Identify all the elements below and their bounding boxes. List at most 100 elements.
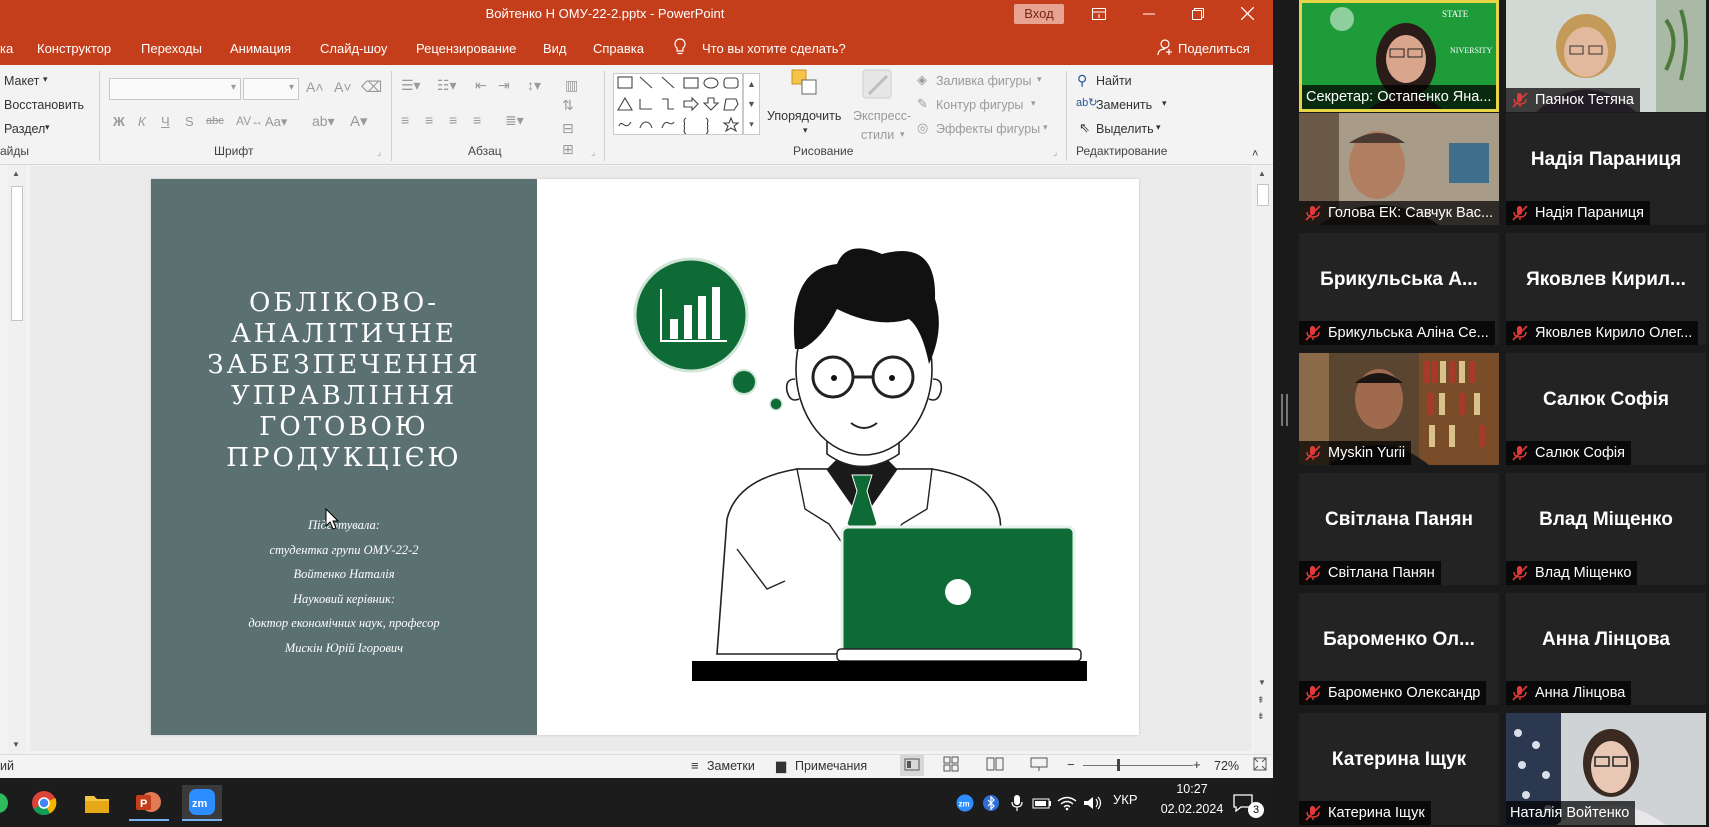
chrome-icon[interactable] <box>24 785 64 821</box>
quick-styles-button[interactable]: Экспресс- <box>853 109 911 123</box>
login-button[interactable]: Вход <box>1014 4 1064 24</box>
language-indicator[interactable]: УКР <box>1113 792 1138 807</box>
notes-button[interactable]: Заметки <box>707 759 755 773</box>
zoom-taskbar-icon[interactable]: zm <box>182 785 222 821</box>
scroll-thumb[interactable] <box>11 186 23 321</box>
taskbar-app-icon[interactable] <box>0 785 18 821</box>
scroll-up-icon[interactable]: ▲ <box>12 169 20 178</box>
participant-tile[interactable]: Брикульська А... Брикульська Аліна Се... <box>1299 233 1499 345</box>
shape-outline-button[interactable]: Контур фигуры <box>936 98 1023 112</box>
volume-icon[interactable] <box>1081 785 1103 821</box>
reading-view-icon[interactable] <box>986 756 1004 775</box>
char-spacing-icon[interactable]: AV↔ <box>236 114 263 128</box>
scroll-up-icon[interactable]: ▲ <box>1258 169 1266 178</box>
video-tile[interactable]: Myskin Yurii <box>1299 353 1499 465</box>
participant-tile[interactable]: Влад Міщенко Влад Міщенко <box>1506 473 1706 585</box>
microphone-icon[interactable] <box>1006 785 1028 821</box>
tab-transitions[interactable]: Переходы <box>141 41 202 56</box>
increase-indent-icon[interactable]: ⇥ <box>498 77 510 94</box>
participant-tile[interactable]: Світлана Панян Світлана Панян <box>1299 473 1499 585</box>
shapes-gallery[interactable] <box>613 73 743 135</box>
zoom-out-icon[interactable]: − <box>1067 757 1075 772</box>
shapes-gallery-scroll[interactable]: ▲ ▼ ▾ <box>743 73 760 135</box>
battery-icon[interactable] <box>1031 785 1053 821</box>
smartart-icon[interactable]: ⊞ <box>562 141 574 158</box>
bold-button[interactable]: Ж <box>113 114 125 129</box>
change-case-icon[interactable]: Aa▾ <box>265 114 287 130</box>
video-tile[interactable]: Паянок Тетяна <box>1506 0 1706 112</box>
bluetooth-icon[interactable] <box>980 785 1002 821</box>
scroll-down-icon[interactable]: ▼ <box>12 740 20 749</box>
clock-date[interactable]: 02.02.2024 <box>1150 802 1234 816</box>
align-left-icon[interactable]: ≡ <box>401 112 409 128</box>
thumbnail-scrollbar[interactable]: ▲ ▼ <box>8 166 26 754</box>
comments-button[interactable]: Примечания <box>795 759 867 773</box>
reset-button[interactable]: Восстановить <box>4 98 84 112</box>
wifi-icon[interactable] <box>1056 785 1078 821</box>
tab-home[interactable]: ка <box>0 41 13 56</box>
font-color-icon[interactable]: A▾ <box>350 112 368 130</box>
zoom-level[interactable]: 72% <box>1214 759 1239 773</box>
slideshow-icon[interactable] <box>1030 756 1048 775</box>
zoom-in-icon[interactable]: + <box>1193 757 1201 772</box>
fit-to-window-icon[interactable] <box>1252 756 1268 775</box>
bullets-icon[interactable]: ☰▾ <box>401 77 421 94</box>
font-dialog-launcher-icon[interactable]: ⌟ <box>377 147 381 158</box>
zoom-tray-icon[interactable]: zm <box>954 785 976 821</box>
slide[interactable]: ОБЛІКОВО- АНАЛІТИЧНЕ ЗАБЕЗПЕЧЕННЯ УПРАВЛ… <box>151 179 1139 735</box>
strikethrough-icon[interactable]: abc <box>206 115 224 127</box>
clock-time[interactable]: 10:27 <box>1167 782 1217 796</box>
quick-styles-button-line2[interactable]: стили <box>861 128 894 142</box>
next-slide-icon[interactable]: ⇟ <box>1257 711 1265 722</box>
arrange-icon[interactable] <box>790 68 820 101</box>
minimize-icon[interactable] <box>1126 0 1172 27</box>
video-tile[interactable]: Наталія Войтенко <box>1506 713 1706 825</box>
shape-fill-button[interactable]: Заливка фигуры <box>936 74 1031 88</box>
share-person-icon[interactable] <box>1157 38 1173 59</box>
find-button[interactable]: Найти <box>1096 74 1132 88</box>
section-button[interactable]: Раздел <box>4 122 45 136</box>
slide-author-info[interactable]: Підготувала: студентка групи ОМУ-22-2 Во… <box>151 513 537 660</box>
grow-font-icon[interactable]: A˄ <box>306 79 324 95</box>
tell-me-search[interactable]: Что вы хотите сделать? <box>702 41 846 56</box>
drawing-dialog-launcher-icon[interactable]: ⌟ <box>1053 147 1057 158</box>
tab-help[interactable]: Справка <box>593 41 644 56</box>
zoom-panel-splitter[interactable] <box>1273 0 1299 827</box>
justify-icon[interactable]: ≡ <box>473 112 481 128</box>
ribbon-display-options-icon[interactable] <box>1076 0 1122 27</box>
shrink-font-icon[interactable]: A˅ <box>334 79 352 95</box>
align-text-icon[interactable]: ⊟ <box>562 120 574 137</box>
file-explorer-icon[interactable] <box>77 785 117 821</box>
slide-scrollbar[interactable]: ▲ ▼ ⇞ ⇟ <box>1254 166 1272 754</box>
tab-animations[interactable]: Анимация <box>230 41 291 56</box>
arrange-button[interactable]: Упорядочить <box>767 109 841 123</box>
replace-button[interactable]: Заменить <box>1096 98 1152 112</box>
tab-slideshow[interactable]: Слайд-шоу <box>320 41 387 56</box>
restore-icon[interactable] <box>1175 0 1221 27</box>
highlight-icon[interactable]: ab▾ <box>312 113 335 130</box>
collapse-ribbon-icon[interactable]: ˄ <box>1252 148 1258 160</box>
paragraph-dialog-launcher-icon[interactable]: ⌟ <box>591 147 595 158</box>
align-right-icon[interactable]: ≡ <box>449 112 457 128</box>
layout-button[interactable]: Макет <box>4 74 39 88</box>
tab-design[interactable]: Конструктор <box>37 41 111 56</box>
close-icon[interactable] <box>1224 0 1270 27</box>
quick-styles-icon[interactable] <box>861 68 895 105</box>
shadow-button[interactable]: S <box>185 114 194 129</box>
tab-view[interactable]: Вид <box>543 41 567 56</box>
video-tile[interactable]: Голова ЕК: Савчук Вас... <box>1299 113 1499 225</box>
scroll-down-icon[interactable]: ▼ <box>1258 678 1266 687</box>
participant-tile[interactable]: Салюк Софія Салюк Софія <box>1506 353 1706 465</box>
previous-slide-icon[interactable]: ⇞ <box>1257 695 1265 706</box>
participant-tile[interactable]: Анна Лінцова Анна Лінцова <box>1506 593 1706 705</box>
powerpoint-taskbar-icon[interactable]: P <box>129 785 169 821</box>
participant-tile[interactable]: Яковлев Кирил... Яковлев Кирило Олег... <box>1506 233 1706 345</box>
text-direction-icon[interactable]: ⇅ <box>562 97 574 114</box>
tab-review[interactable]: Рецензирование <box>416 41 516 56</box>
select-button[interactable]: Выделить <box>1096 122 1154 136</box>
zoom-slider-thumb[interactable] <box>1117 759 1120 771</box>
scroll-thumb[interactable] <box>1257 184 1269 206</box>
slide-sorter-icon[interactable] <box>943 756 959 775</box>
normal-view-icon[interactable] <box>900 754 924 776</box>
shape-effects-button[interactable]: Эффекты фигуры <box>936 122 1040 136</box>
